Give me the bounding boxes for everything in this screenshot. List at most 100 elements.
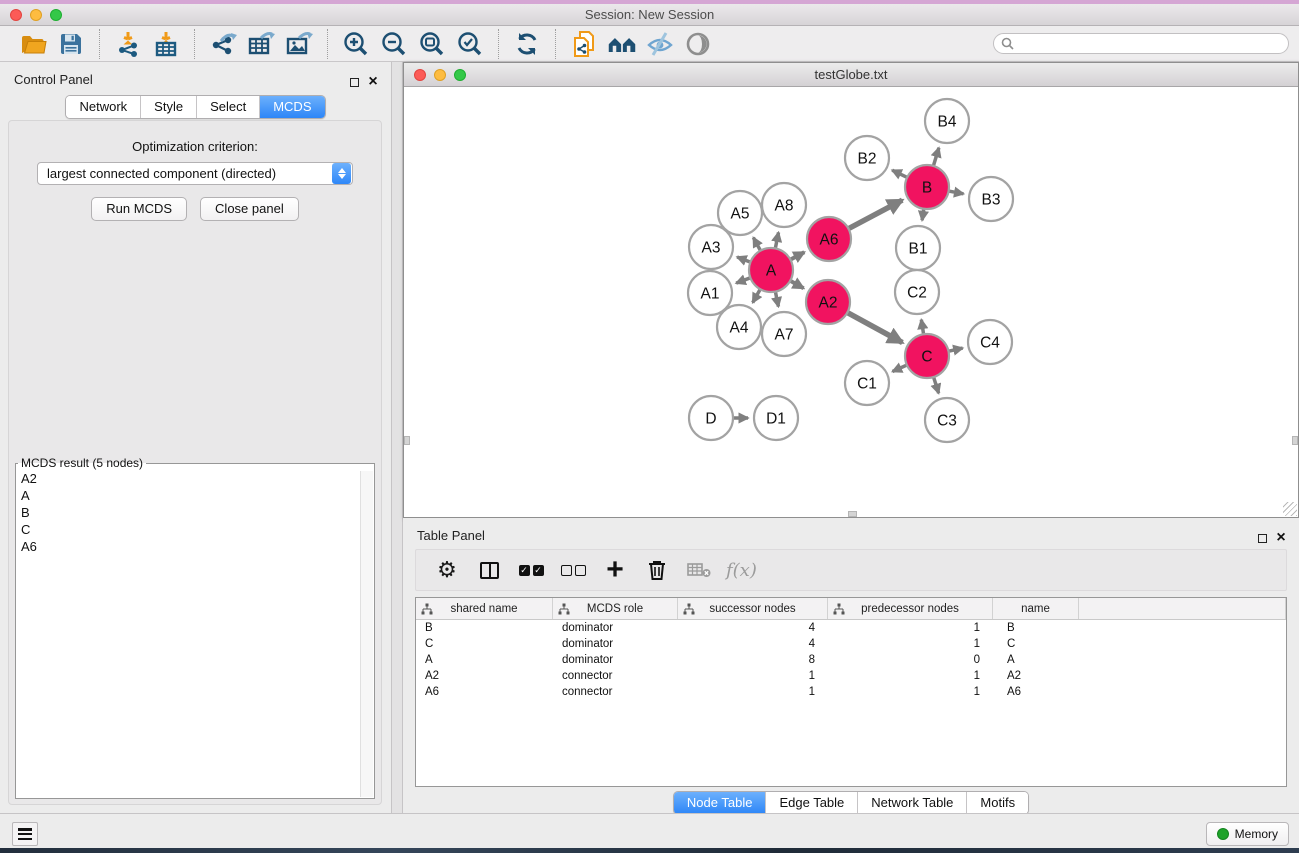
cell[interactable]: B (416, 620, 553, 636)
memory-button[interactable]: Memory (1206, 822, 1289, 846)
column-header-predecessor-nodes[interactable]: predecessor nodes (828, 598, 993, 619)
cell[interactable]: 1 (828, 668, 993, 684)
window-grip-bottom[interactable] (848, 511, 857, 517)
add-column-icon[interactable]: + (600, 555, 630, 585)
delete-columns-icon[interactable] (642, 555, 672, 585)
export-network-icon[interactable] (208, 30, 238, 58)
task-history-button[interactable] (12, 822, 38, 846)
window-grip-left[interactable] (404, 436, 410, 445)
cell[interactable]: 4 (678, 620, 828, 636)
float-panel-icon[interactable] (347, 75, 361, 89)
cell[interactable]: A2 (416, 668, 553, 684)
zoom-in-icon[interactable] (341, 30, 371, 58)
graph-node-A2[interactable]: A2 (806, 280, 850, 324)
table-options-gear-icon[interactable]: ⚙ (432, 555, 462, 585)
graph-node-A7[interactable]: A7 (762, 312, 806, 356)
tab-edge-table[interactable]: Edge Table (766, 792, 858, 814)
table-row-a[interactable]: Adominator80A (416, 652, 1286, 668)
cell[interactable]: A (416, 652, 553, 668)
result-item-c[interactable]: C (16, 521, 360, 538)
cell[interactable]: 8 (678, 652, 828, 668)
graph-edge-B-B4[interactable] (933, 148, 939, 168)
cell[interactable]: connector (553, 684, 678, 700)
cell[interactable]: A6 (993, 684, 1079, 700)
result-item-a2[interactable]: A2 (16, 470, 360, 487)
search-field[interactable] (993, 33, 1289, 54)
import-table-icon[interactable] (151, 30, 181, 58)
panel-divider[interactable] (391, 62, 403, 813)
show-graphics-details-icon[interactable] (683, 30, 713, 58)
close-panel-button[interactable]: Close panel (200, 197, 299, 221)
column-header-name[interactable]: name (993, 598, 1079, 619)
graph-node-A4[interactable]: A4 (717, 305, 761, 349)
network-overview-icon[interactable] (607, 30, 637, 58)
graph-node-A5[interactable]: A5 (718, 191, 762, 235)
save-session-icon[interactable] (56, 30, 86, 58)
column-header-shared-name[interactable]: shared name (416, 598, 553, 619)
cell[interactable]: 1 (678, 684, 828, 700)
graph-node-C1[interactable]: C1 (845, 361, 889, 405)
cell[interactable]: B (993, 620, 1079, 636)
window-grip-right[interactable] (1292, 436, 1298, 445)
float-table-panel-icon[interactable] (1255, 531, 1269, 545)
table-row-c[interactable]: Cdominator41C (416, 636, 1286, 652)
clone-network-icon[interactable] (569, 30, 599, 58)
refresh-icon[interactable] (512, 30, 542, 58)
zoom-out-icon[interactable] (379, 30, 409, 58)
open-session-icon[interactable] (18, 30, 48, 58)
cell[interactable]: dominator (553, 652, 678, 668)
graph-node-B4[interactable]: B4 (925, 99, 969, 143)
result-item-b[interactable]: B (16, 504, 360, 521)
dropdown-stepper-icon[interactable] (332, 163, 351, 184)
close-table-panel-icon[interactable]: × (1274, 531, 1288, 545)
graph-node-C2[interactable]: C2 (895, 270, 939, 314)
cell[interactable]: 1 (828, 684, 993, 700)
cell[interactable]: 0 (828, 652, 993, 668)
tab-select[interactable]: Select (197, 96, 260, 118)
graph-node-B3[interactable]: B3 (969, 177, 1013, 221)
mcds-result-list[interactable]: A2ABCA6 (16, 470, 360, 797)
optimization-criterion-dropdown[interactable]: largest connected component (directed) (37, 162, 353, 185)
close-panel-icon[interactable]: × (366, 75, 380, 89)
cell[interactable]: 1 (678, 668, 828, 684)
graph-node-A6[interactable]: A6 (807, 217, 851, 261)
tab-node-table[interactable]: Node Table (674, 792, 767, 814)
select-all-columns-icon[interactable]: ✓✓ (516, 555, 546, 585)
graph-node-B[interactable]: B (905, 165, 949, 209)
column-header-mcds-role[interactable]: MCDS role (553, 598, 678, 619)
run-mcds-button[interactable]: Run MCDS (91, 197, 187, 221)
cell[interactable]: dominator (553, 636, 678, 652)
graph-node-C4[interactable]: C4 (968, 320, 1012, 364)
tab-network[interactable]: Network (66, 96, 141, 118)
graph-edge-A2-C[interactable] (846, 312, 903, 343)
tab-mcds[interactable]: MCDS (260, 96, 324, 118)
result-item-a[interactable]: A (16, 487, 360, 504)
cell[interactable]: 4 (678, 636, 828, 652)
cell[interactable]: connector (553, 668, 678, 684)
column-header-successor-nodes[interactable]: successor nodes (678, 598, 828, 619)
show-columns-icon[interactable] (474, 555, 504, 585)
network-window-titlebar[interactable]: testGlobe.txt (404, 63, 1298, 87)
graph-edge-A6-B[interactable] (847, 200, 903, 230)
table-row-a6[interactable]: A6connector11A6 (416, 684, 1286, 700)
export-table-icon[interactable] (246, 30, 276, 58)
graph-node-D[interactable]: D (689, 396, 733, 440)
zoom-fit-icon[interactable] (417, 30, 447, 58)
graph-node-B2[interactable]: B2 (845, 136, 889, 180)
graph-node-A[interactable]: A (749, 248, 793, 292)
table-row-a2[interactable]: A2connector11A2 (416, 668, 1286, 684)
tab-network-table[interactable]: Network Table (858, 792, 967, 814)
cell[interactable]: 1 (828, 636, 993, 652)
cell[interactable]: A (993, 652, 1079, 668)
graph-node-C[interactable]: C (905, 334, 949, 378)
graph-node-D1[interactable]: D1 (754, 396, 798, 440)
graph-node-C3[interactable]: C3 (925, 398, 969, 442)
zoom-selected-icon[interactable] (455, 30, 485, 58)
cell[interactable]: C (993, 636, 1079, 652)
cell[interactable]: A6 (416, 684, 553, 700)
tab-style[interactable]: Style (141, 96, 197, 118)
cell[interactable]: A2 (993, 668, 1079, 684)
hide-details-icon[interactable] (645, 30, 675, 58)
result-item-a6[interactable]: A6 (16, 538, 360, 555)
cell[interactable]: 1 (828, 620, 993, 636)
